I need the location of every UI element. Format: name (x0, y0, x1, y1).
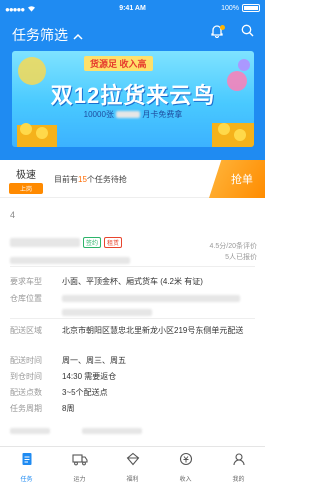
list-count: 4 (10, 210, 16, 220)
quote-line: 5人已报价 (225, 254, 257, 261)
task-notice-bar: 极速 上岗 目前有15个任务待抢 抢单 (0, 160, 265, 198)
speed-title: 极速 (16, 170, 36, 181)
speed-badge: 极速 上岗 (9, 166, 43, 194)
battery-icon (242, 4, 260, 12)
row-delivery-area: 配送区域 北京市朝阳区慧忠北里新龙小区219号东侧单元配送 (10, 325, 255, 337)
chevron-up-icon (73, 27, 83, 43)
gift-icon (126, 452, 140, 471)
card-divider (10, 266, 255, 267)
row-vehicle-type: 要求车型 小面、平顶金杯、厢式货车 (4.2米 有证) (10, 276, 255, 288)
bottom-tab-bar: 任务 运力 福利 收入 我的 (0, 446, 265, 489)
tab-label: 我的 (232, 477, 245, 483)
row-divider (10, 318, 255, 319)
row-label: 配送点数 (10, 388, 42, 397)
battery-percent: 100% (221, 4, 239, 12)
promo-banner[interactable]: 货源足 收入高 双12拉货来云鸟 10000张 月卡免费拿 (12, 51, 254, 147)
row-value: 14:30 需要返仓 (62, 372, 117, 381)
filter-title[interactable]: 任务筛选 (12, 25, 83, 45)
peek-redacted-1 (10, 428, 50, 434)
search-button[interactable] (239, 24, 255, 42)
status-bar: ●●●●● 9:41 AM 100% (0, 0, 265, 18)
tab-label: 运力 (73, 477, 86, 483)
banner-subtitle: 10000张 月卡免费拿 (12, 109, 254, 120)
page-title: 任务筛选 (12, 27, 68, 43)
row-value: 北京市朝阳区慧忠北里新龙小区219号东侧单元配送 (62, 326, 244, 335)
tab-label: 收入 (179, 477, 192, 483)
speed-tag: 上岗 (9, 183, 43, 194)
header-actions (209, 24, 255, 42)
notification-badge (220, 25, 225, 30)
profile-icon (232, 452, 246, 471)
task-title-redacted (10, 238, 80, 247)
task-icon (20, 452, 34, 471)
row-label: 任务周期 (10, 404, 42, 413)
tab-welfare[interactable]: 福利 (106, 447, 159, 489)
income-icon (179, 452, 193, 471)
notice-suffix: 个任务待抢 (86, 175, 127, 184)
row-value: 8周 (62, 404, 75, 413)
row-label: 配送区域 (10, 326, 42, 335)
notice-prefix: 目前有 (54, 175, 78, 184)
row-warehouse: 仓库位置 (10, 293, 255, 317)
battery-area: 100% (221, 4, 260, 12)
row-value: 周一、周三、周五 (62, 356, 126, 365)
warehouse-redacted-2 (62, 308, 152, 316)
task-subtitle-redacted (10, 257, 130, 264)
tab-task[interactable]: 任务 (0, 447, 53, 489)
tab-capacity[interactable]: 运力 (53, 447, 106, 489)
grab-order-button[interactable]: 抢单 (209, 160, 265, 198)
signed-tag: 签约 (83, 237, 102, 248)
banner-redacted (116, 111, 141, 119)
row-value: 3~5个配送点 (62, 388, 108, 397)
task-title-row: 签约 租赁 (10, 237, 123, 248)
next-card-peek (10, 427, 143, 436)
rating-line: 4.5分/20条评价 (209, 243, 257, 250)
row-label: 要求车型 (10, 277, 42, 286)
search-icon (241, 24, 254, 42)
tab-income[interactable]: 收入 (159, 447, 212, 489)
banner-tag: 货源足 收入高 (84, 56, 153, 71)
banner-sub-right: 月卡免费拿 (142, 110, 183, 119)
banner-sub-left: 10000张 (83, 110, 114, 119)
notification-bell-button[interactable] (209, 24, 225, 41)
tab-profile[interactable]: 我的 (212, 447, 265, 489)
banner-headline: 双12拉货来云鸟 (50, 83, 216, 108)
tab-label: 任务 (20, 477, 33, 483)
row-label: 仓库位置 (10, 294, 42, 303)
row-arrival-time: 到仓时间 14:30 需要返仓 (10, 371, 255, 383)
row-value: 小面、平顶金杯、厢式货车 (4.2米 有证) (62, 277, 203, 286)
row-delivery-time: 配送时间 周一、周三、周五 (10, 355, 255, 367)
pending-task-text: 目前有15个任务待抢 (54, 174, 127, 185)
lease-tag: 租赁 (104, 237, 123, 248)
row-value (62, 293, 255, 317)
row-task-period: 任务周期 8周 (10, 403, 255, 415)
warehouse-redacted (62, 295, 240, 303)
row-label: 配送时间 (10, 356, 42, 365)
truck-icon (71, 452, 88, 471)
row-delivery-points: 配送点数 3~5个配送点 (10, 387, 255, 399)
task-rating: 4.5分/20条评价 5人已报价 (210, 241, 257, 263)
pending-count: 15 (78, 175, 87, 184)
row-label: 到仓时间 (10, 372, 42, 381)
peek-redacted-2 (82, 428, 143, 434)
tab-label: 福利 (126, 477, 139, 483)
